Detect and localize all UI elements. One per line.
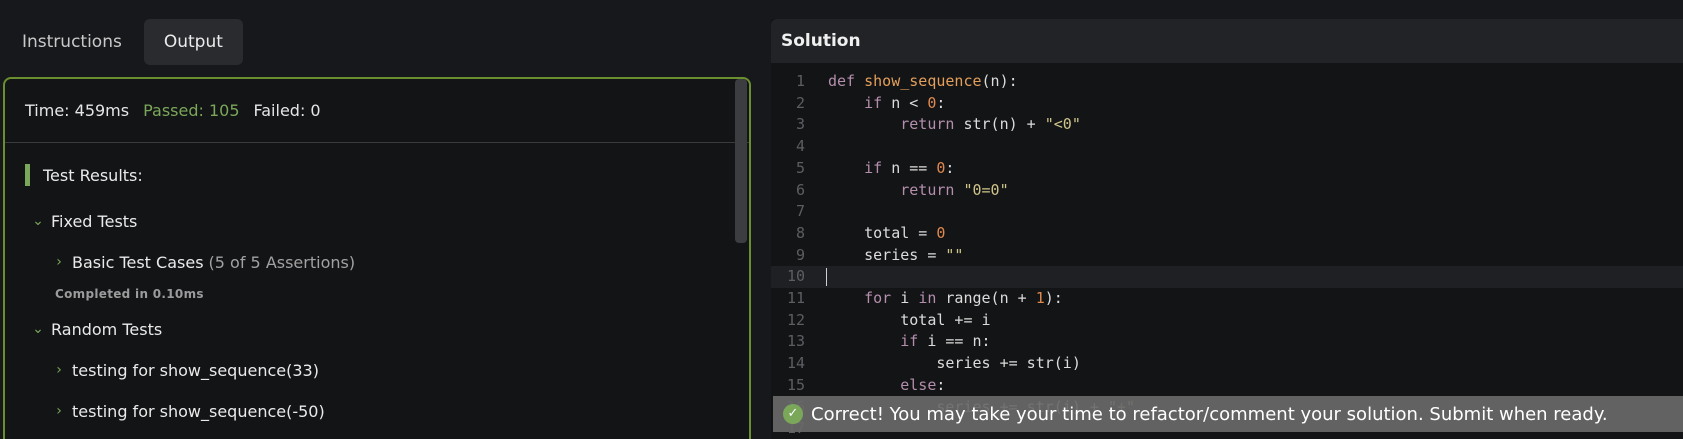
line-number: 12 (786, 310, 805, 329)
chevron-right-icon: › (56, 254, 62, 270)
basic-test-cases[interactable]: › Basic Test Cases (5 of 5 Assertions) (50, 250, 749, 274)
random-tests-label: Random Tests (51, 319, 163, 339)
code-line: 2 if n < 0: (771, 93, 1683, 115)
code-line: 9 series = "" (771, 245, 1683, 267)
line-number: 15 (786, 375, 805, 394)
solution-title: Solution (781, 31, 861, 51)
failed-stat: Failed: 0 (253, 101, 321, 120)
scrollbar[interactable] (735, 79, 747, 243)
code-line: 7 (771, 201, 1683, 223)
code-line: 8 total = 0 (771, 223, 1683, 245)
solution-pane: Solution 1 def show_sequence(n): 2 if n <… (771, 19, 1683, 439)
line-number: 1 (795, 72, 805, 90)
test-results: Test Results: ⌄ Fixed Tests › Basic Test… (5, 163, 749, 423)
line-number: 10 (786, 267, 805, 286)
code-line: 5 if n == 0: (771, 158, 1683, 180)
line-number: 14 (786, 354, 805, 373)
line-number: 6 (795, 180, 805, 199)
code-line: 1 def show_sequence(n): (771, 71, 1683, 93)
line-number: 9 (795, 245, 805, 264)
code-line: 12 total += i (771, 310, 1683, 332)
time-stat: Time: 459ms (25, 101, 130, 120)
basic-test-label: Basic Test Cases (72, 252, 204, 272)
left-pane: Instructions Output Time: 459ms Passed: … (0, 0, 755, 439)
code-line: 15 else: (771, 375, 1683, 397)
code-line: 13 if i == n: (771, 331, 1683, 353)
heading-bar (25, 164, 30, 186)
chevron-right-icon: › (56, 362, 62, 378)
tab-bar: Instructions Output (0, 19, 243, 65)
code-line: 6 return "0=0" (771, 180, 1683, 202)
code-line: 3 return str(n) + "<0" (771, 114, 1683, 136)
line-number: 3 (795, 115, 805, 134)
code-line: 11 for i in range(n + 1): (771, 288, 1683, 310)
code-editor[interactable]: 1 def show_sequence(n): 2 if n < 0: 3 ret… (771, 65, 1683, 439)
success-toast: ✓ Correct! You may take your time to ref… (773, 396, 1683, 432)
chevron-down-icon: ⌄ (32, 213, 44, 229)
random-test-item[interactable]: › testing for show_sequence(-50) (50, 399, 749, 423)
chevron-right-icon: › (56, 403, 62, 419)
random-test-item[interactable]: › testing for show_sequence(33) (50, 358, 749, 382)
chevron-down-icon: ⌄ (32, 321, 44, 337)
results-heading-text: Test Results: (43, 165, 143, 185)
toast-message: Correct! You may take your time to refac… (811, 403, 1608, 425)
random-test-label: testing for show_sequence(33) (72, 360, 319, 380)
results-heading: Test Results: (25, 163, 749, 187)
line-number: 4 (795, 137, 805, 156)
line-number: 5 (795, 158, 805, 177)
text-cursor (826, 268, 827, 287)
solution-header: Solution (771, 19, 1683, 63)
fixed-tests-group[interactable]: ⌄ Fixed Tests (29, 209, 749, 233)
check-circle-icon: ✓ (783, 404, 803, 424)
code-line: 4 (771, 136, 1683, 158)
stats-bar: Time: 459ms Passed: 105 Failed: 0 (5, 79, 749, 143)
line-number: 8 (795, 223, 805, 242)
random-test-label: testing for show_sequence(-50) (72, 401, 325, 421)
assertion-count: (5 of 5 Assertions) (208, 252, 356, 272)
tab-output[interactable]: Output (143, 19, 243, 65)
tab-instructions[interactable]: Instructions (0, 19, 142, 65)
fixed-tests-label: Fixed Tests (51, 211, 138, 231)
random-tests-group[interactable]: ⌄ Random Tests (29, 317, 749, 341)
line-number: 2 (795, 93, 805, 112)
code-line-current: 10 (771, 266, 1683, 288)
line-number: 13 (786, 332, 805, 351)
output-panel: Time: 459ms Passed: 105 Failed: 0 Test R… (3, 77, 751, 439)
passed-stat: Passed: 105 (143, 101, 240, 120)
line-number: 7 (795, 202, 805, 221)
line-number: 11 (786, 289, 805, 307)
completed-time: Completed in 0.10ms (55, 287, 204, 301)
code-line: 14 series += str(i) (771, 353, 1683, 375)
